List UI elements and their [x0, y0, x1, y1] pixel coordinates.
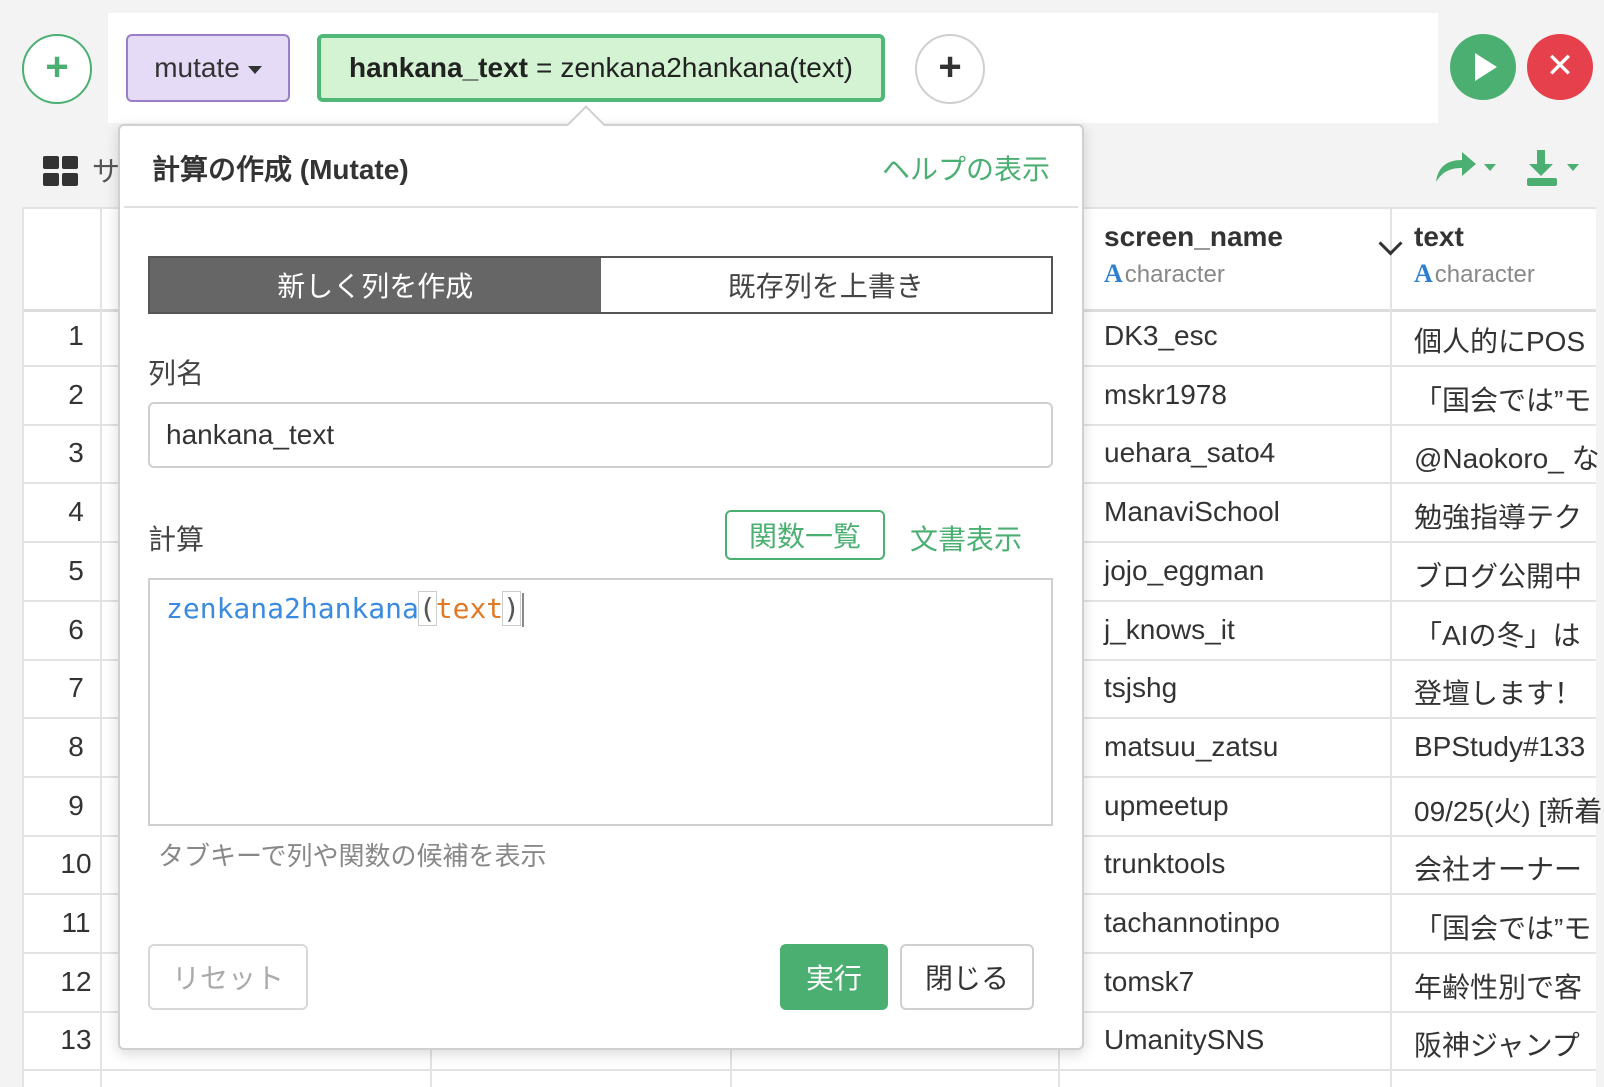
column-header-screen-name[interactable]: screen_name Acharacter	[1104, 221, 1283, 289]
column-name: screen_name	[1104, 221, 1284, 252]
cell-text: 会社オーナー	[1414, 854, 1583, 886]
cell-text: 「国会では”モ	[1414, 384, 1592, 416]
row-number: 2	[68, 378, 84, 410]
plus-icon: +	[45, 45, 69, 89]
cell-text: 登壇します！	[1414, 678, 1583, 710]
row-number: 3	[68, 437, 84, 469]
function-list-button[interactable]: 関数一覧	[725, 510, 885, 560]
character-type-icon: A	[1414, 259, 1433, 288]
column-header-text[interactable]: text Acharacter	[1414, 221, 1535, 289]
cell-screen-name: UmanitySNS	[1104, 1024, 1265, 1056]
divider	[124, 206, 1078, 208]
cell-screen-name: ManaviSchool	[1104, 496, 1280, 528]
add-step-button[interactable]: +	[22, 34, 92, 104]
code-function: zenkana2hankana	[166, 592, 419, 625]
row-number: 10	[60, 848, 92, 880]
code-open-paren: (	[417, 591, 437, 626]
cell-screen-name: j_knows_it	[1104, 613, 1235, 645]
cell-screen-name: uehara_sato4	[1104, 437, 1276, 469]
reset-button[interactable]: リセット	[148, 944, 308, 1010]
add-argument-button[interactable]: +	[915, 34, 985, 104]
command-dropdown[interactable]: mutate	[126, 34, 290, 102]
mutate-dialog: 計算の作成 (Mutate) ヘルプの表示 新しく列を作成 既存列を上書き 列名…	[118, 105, 1084, 1050]
code-argument: text	[435, 592, 504, 625]
new-column-tab[interactable]: 新しく列を作成	[150, 258, 601, 312]
row-number: 5	[68, 554, 84, 586]
cell-text: 勉強指導テク	[1414, 502, 1583, 534]
row-number: 4	[68, 496, 84, 528]
expression-name: hankana_text	[349, 52, 528, 83]
cell-text: 「AIの冬」は	[1414, 619, 1581, 651]
overwrite-column-tab[interactable]: 既存列を上書き	[600, 258, 1051, 312]
row-number: 12	[60, 965, 92, 997]
dialog-title: 計算の作成 (Mutate)	[152, 154, 409, 185]
row-number: 8	[68, 730, 84, 762]
column-name-input[interactable]	[148, 402, 1053, 468]
plus-icon: +	[938, 45, 962, 89]
cell-text: ブログ公開中	[1414, 560, 1583, 592]
run-button[interactable]	[1450, 34, 1516, 100]
column-type: Acharacter	[1414, 259, 1535, 288]
column-name-label: 列名	[148, 358, 205, 389]
share-icon[interactable]	[1432, 148, 1502, 188]
cell-text: 09/25(火) [新着	[1414, 795, 1603, 827]
show-docs-link[interactable]: 文書表示	[910, 518, 1022, 558]
character-type-icon: A	[1104, 259, 1123, 288]
help-link[interactable]: ヘルプの表示	[882, 148, 1050, 188]
text-cursor	[522, 593, 525, 627]
cell-text: 年齢性別で客	[1414, 971, 1583, 1003]
row-number: 9	[68, 789, 84, 821]
cell-text: 「国会では”モ	[1414, 913, 1592, 944]
cell-screen-name: tachannotinpo	[1104, 907, 1280, 938]
cell-text: 個人的にPOS	[1414, 326, 1586, 357]
calculation-label: 計算	[148, 524, 205, 555]
cell-screen-name: tomsk7	[1104, 965, 1195, 997]
cell-screen-name: jojo_eggman	[1104, 554, 1265, 586]
code-close-paren: )	[502, 591, 522, 626]
editor-hint: タブキーで列や関数の候補を表示	[158, 841, 547, 871]
cell-screen-name: trunktools	[1104, 848, 1226, 880]
cell-text: @Naokoro_ な	[1414, 443, 1600, 475]
cancel-button[interactable]: ✕	[1527, 34, 1593, 100]
grid-view-icon[interactable]	[43, 156, 81, 188]
cell-screen-name: mskr1978	[1104, 378, 1227, 410]
download-icon[interactable]	[1525, 148, 1595, 188]
row-number: 11	[61, 907, 91, 938]
run-mutate-button[interactable]: 実行	[780, 944, 888, 1010]
close-dialog-button[interactable]: 閉じる	[900, 944, 1034, 1010]
cell-text: BPStudy#133	[1414, 730, 1586, 762]
expression-value: zenkana2hankana(text)	[560, 52, 853, 83]
view-label: サ	[92, 156, 121, 187]
row-number: 6	[68, 613, 84, 645]
expression-editor[interactable]: zenkana2hankana(text)	[148, 578, 1053, 826]
cell-screen-name: tsjshg	[1104, 672, 1178, 704]
play-icon	[1475, 53, 1497, 81]
cell-screen-name: upmeetup	[1104, 789, 1229, 821]
mode-toggle: 新しく列を作成 既存列を上書き	[148, 256, 1053, 314]
row-number: 1	[68, 320, 84, 351]
command-label: mutate	[154, 52, 240, 83]
expression-equals: =	[535, 52, 553, 83]
caret-down-icon	[247, 66, 262, 74]
row-number: 13	[60, 1024, 92, 1056]
cell-text: 阪神ジャンプ	[1414, 1030, 1580, 1062]
close-icon: ✕	[1545, 46, 1575, 85]
row-number: 7	[68, 672, 84, 704]
column-type: Acharacter	[1104, 259, 1225, 288]
column-name: text	[1414, 221, 1464, 252]
cell-screen-name: matsuu_zatsu	[1104, 730, 1279, 762]
cell-screen-name: DK3_esc	[1104, 320, 1218, 351]
expression-token[interactable]: hankana_text = zenkana2hankana(text)	[317, 34, 885, 102]
